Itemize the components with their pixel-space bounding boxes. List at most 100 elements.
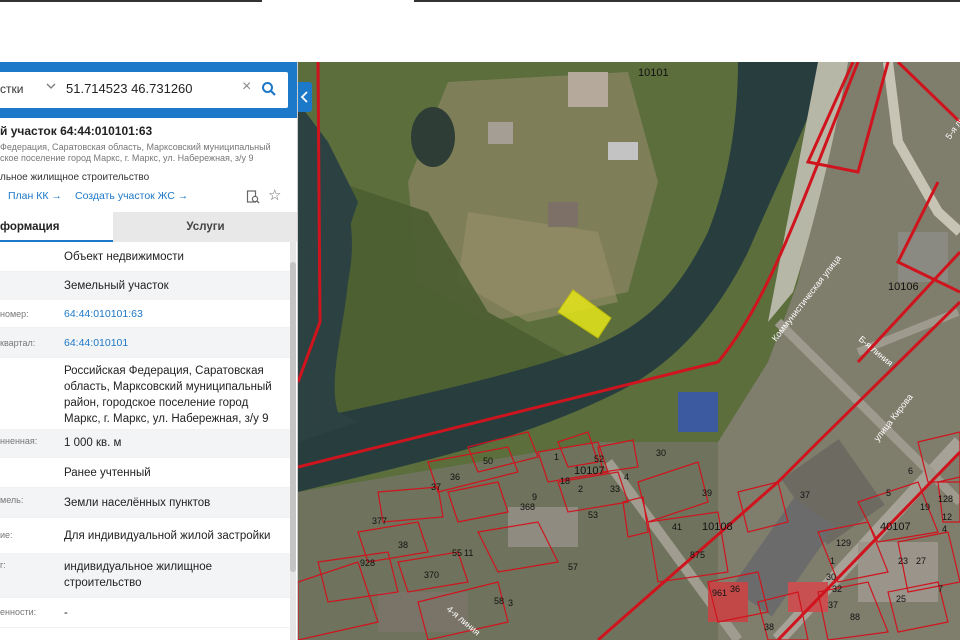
parcel-label: 88	[850, 612, 860, 622]
object-address-line: ское поселение город Маркс, г. Маркс, ул…	[0, 153, 254, 163]
info-row: нненная: 1 000 кв. м	[0, 430, 290, 458]
quarter-label: 10107	[574, 465, 605, 477]
info-value: -	[64, 607, 68, 619]
tab-services[interactable]: Услуги	[113, 212, 297, 242]
info-value: Земли населённых пунктов	[64, 497, 211, 509]
info-label: ие:	[0, 530, 13, 540]
info-value: Ранее учтенный	[64, 467, 151, 479]
object-address: Федерация, Саратовская область, Марксовс…	[0, 142, 290, 164]
parcel-label: 38	[398, 540, 408, 550]
star-icon[interactable]: ☆	[268, 188, 281, 203]
quarter-label: 10108	[702, 521, 733, 533]
parcel-label: 36	[450, 472, 460, 482]
parcel-label: 58	[494, 596, 504, 606]
parcel-label: 33	[610, 484, 620, 494]
top-bar-line-right	[414, 0, 960, 2]
parcel-label: 928	[360, 558, 375, 568]
parcel-label: 38	[764, 622, 774, 632]
quarter-label: 10106	[888, 281, 919, 293]
parcel-label: 128	[938, 494, 953, 504]
plan-kk-link[interactable]: План КК →	[8, 190, 62, 202]
info-label: г:	[0, 560, 6, 570]
info-row: Объект недвижимости	[0, 242, 290, 272]
parcel-label: 53	[588, 510, 598, 520]
parcel-label: 4	[942, 524, 947, 534]
collapse-panel-button[interactable]	[298, 82, 312, 112]
parcel-label: 25	[896, 594, 906, 604]
parcel-label: 32	[832, 584, 842, 594]
info-row: мель: Земли населённых пунктов	[0, 488, 290, 518]
info-table: Объект недвижимости Земельный участок но…	[0, 242, 290, 628]
parcel-label: 30	[656, 448, 666, 458]
parcel-label: 3	[508, 598, 513, 608]
search-input[interactable]	[66, 81, 236, 96]
info-value: Российская Федерация, Саратовская област…	[64, 365, 272, 425]
tab-information[interactable]: формация	[0, 212, 113, 242]
parcel-label: 5	[886, 488, 891, 498]
parcel-label: 55	[452, 548, 462, 558]
panel-scrollbar[interactable]	[290, 242, 296, 640]
info-row: енности: -	[0, 598, 290, 628]
object-use: льное жилищное строительство	[0, 172, 150, 183]
tab-bar: формация Услуги	[0, 212, 297, 242]
parcel-label: 27	[916, 556, 926, 566]
parcel-label: 370	[424, 570, 439, 580]
satellite-map[interactable]: 10101 10106 10107 10108 40107 50 36 37 1…	[298, 62, 960, 640]
action-links: План КК → Создать участок ЖС → ☆	[0, 188, 297, 206]
parcel-label: 18	[560, 476, 570, 486]
info-label: квартал:	[0, 338, 36, 348]
parcel-label: 1	[554, 452, 559, 462]
map-view[interactable]: 10101 10106 10107 10108 40107 50 36 37 1…	[298, 62, 960, 640]
info-value: Объект недвижимости	[64, 251, 184, 263]
info-row: Земельный участок	[0, 272, 290, 300]
parcel-label: 37	[828, 600, 838, 610]
parcel-label: 36	[730, 584, 740, 594]
parcel-label: 39	[702, 488, 712, 498]
info-row: ие: Для индивидуальной жилой застройки	[0, 518, 290, 554]
close-icon[interactable]: ×	[242, 79, 254, 95]
search-box[interactable]: стки ×	[0, 72, 288, 108]
info-value: индивидуальное жилищное строительство	[64, 561, 213, 589]
parcel-label: 37	[431, 482, 441, 492]
parcel-label: 19	[920, 502, 930, 512]
parcel-label: 961	[712, 588, 727, 598]
parcel-label: 7	[938, 584, 943, 594]
parcel-label: 6	[908, 466, 913, 476]
search-type-select[interactable]: стки	[0, 82, 23, 96]
chevron-left-icon	[300, 91, 308, 103]
parcel-label: 52	[594, 454, 604, 464]
cadastral-number-link[interactable]: 64:44:010101:63	[64, 306, 288, 322]
info-row: квартал: 64:44:010101	[0, 328, 290, 358]
parcel-label: 9	[532, 492, 537, 502]
info-label: енности:	[0, 607, 37, 617]
create-parcel-link[interactable]: Создать участок ЖС →	[75, 190, 188, 202]
object-title: й участок 64:44:010101:63	[0, 124, 153, 138]
chevron-down-icon[interactable]	[46, 81, 56, 91]
search-bar: стки ×	[0, 62, 297, 118]
parcel-label: 37	[800, 490, 810, 500]
quarter-label: 10101	[638, 67, 669, 79]
object-address-line: Федерация, Саратовская область, Марксовс…	[0, 142, 271, 152]
quarter-label: 40107	[880, 521, 911, 533]
search-icon[interactable]	[261, 81, 277, 97]
top-bar	[0, 0, 960, 62]
top-bar-line-left	[0, 0, 262, 2]
parcel-label: 50	[483, 456, 493, 466]
info-row: Российская Федерация, Саратовская област…	[0, 358, 290, 430]
info-row: номер: 64:44:010101:63	[0, 300, 290, 328]
info-row: г: индивидуальное жилищное строительство	[0, 554, 290, 598]
document-search-icon[interactable]	[246, 190, 260, 204]
parcel-label: 4	[624, 472, 629, 482]
parcel-label: 30	[826, 572, 836, 582]
info-row: Ранее учтенный	[0, 458, 290, 488]
info-value: Для индивидуальной жилой застройки	[64, 530, 271, 542]
scroll-thumb[interactable]	[290, 262, 296, 572]
cadastral-quarter-link[interactable]: 64:44:010101	[64, 335, 288, 351]
parcel-label: 368	[520, 502, 535, 512]
info-panel: стки × й участок 64:44:010101:63 Федерац…	[0, 62, 298, 640]
info-label: номер:	[0, 309, 29, 319]
parcel-label: 23	[898, 556, 908, 566]
parcel-label: 875	[690, 550, 705, 560]
info-value: Земельный участок	[64, 280, 169, 292]
parcel-label: 129	[836, 538, 851, 548]
